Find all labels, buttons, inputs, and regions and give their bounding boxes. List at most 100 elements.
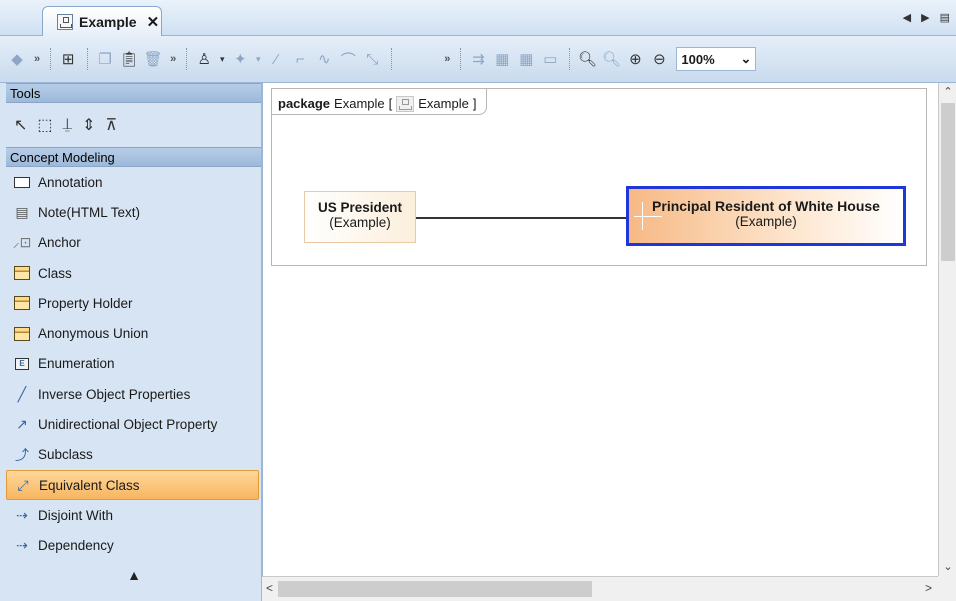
palette-item-disjoint-with[interactable]: ⇢ Disjoint With xyxy=(6,500,261,530)
palette-item-label: Anchor xyxy=(38,235,81,251)
toolbar-separator xyxy=(87,48,89,70)
palette-item-class[interactable]: Class xyxy=(6,258,261,288)
tab-next-icon[interactable]: ▶ xyxy=(921,11,929,24)
scroll-left-icon[interactable]: < xyxy=(266,581,273,595)
reset-path-icon[interactable]: ⤡ xyxy=(361,48,383,70)
diagram-icon xyxy=(396,95,415,112)
palette-item-label: Dependency xyxy=(38,538,114,554)
enumeration-icon: E xyxy=(12,356,32,372)
subclass-icon: ⤴ xyxy=(15,446,29,463)
zoom-in-icon[interactable]: ⊕ xyxy=(624,48,646,70)
bezier-path-icon[interactable]: ∿ xyxy=(313,48,335,70)
palette-item-inverse-object-properties[interactable]: ╱ Inverse Object Properties xyxy=(6,379,261,409)
toolbar-separator xyxy=(50,48,52,70)
align-icon[interactable]: ⇉ xyxy=(467,48,489,70)
oblique-path-icon[interactable]: ⁄ xyxy=(265,48,287,70)
frame-keyword: package xyxy=(278,96,331,111)
inverse-line-icon: ╱ xyxy=(17,385,27,402)
dependency-icon: ⇢ xyxy=(16,537,28,554)
palette-item-enumeration[interactable]: E Enumeration xyxy=(6,349,261,379)
scrollbar-corner xyxy=(938,576,956,601)
palette-item-note-html[interactable]: ▤ Note(HTML Text) xyxy=(6,197,261,227)
package-frame[interactable]: package Example [ Example ] US President… xyxy=(271,88,927,266)
horizontal-scrollbar[interactable]: < > xyxy=(262,576,938,601)
vertical-scrollbar[interactable]: ⌃ ⌄ xyxy=(938,83,956,576)
same-width-icon[interactable]: ▦ xyxy=(515,48,537,70)
size-icon[interactable]: ▦ xyxy=(491,48,513,70)
marquee-select-icon[interactable]: ⬚ xyxy=(37,115,52,135)
diagram-canvas[interactable]: package Example [ Example ] US President… xyxy=(262,83,938,576)
insert-space-icon[interactable]: ⇕ xyxy=(82,115,95,135)
paste-icon[interactable]: 📋︎ xyxy=(118,48,140,70)
pointer-icon[interactable]: ↖ xyxy=(14,115,27,135)
rectilinear-path-icon[interactable]: ⌐ xyxy=(289,48,311,70)
zoom-fit-icon[interactable]: 🔍︎ xyxy=(576,48,598,70)
chevron-down-icon: ⌄ xyxy=(740,51,752,66)
palette-item-label: Anonymous Union xyxy=(38,326,149,342)
tool-palette: Tools ↖ ⬚ ⍊ ⇕ ⊼ Concept Modeling Annotat… xyxy=(6,83,262,601)
zoom-select[interactable]: 100% ⌄ xyxy=(676,47,757,71)
curved-path-icon[interactable]: ⌒ xyxy=(337,48,359,70)
tab-example[interactable]: Example ✕ xyxy=(42,6,162,37)
horizontal-scroll-thumb[interactable] xyxy=(278,581,592,597)
class-node-us-president[interactable]: US President (Example) xyxy=(304,191,416,243)
frame-ref: Example xyxy=(418,96,469,111)
toolbar-more-2[interactable]: » xyxy=(170,53,176,65)
scroll-down-icon[interactable]: ⌄ xyxy=(939,558,956,576)
palette-item-property-holder[interactable]: Property Holder xyxy=(6,288,261,318)
frame-bracket-close: ] xyxy=(472,96,477,111)
palette-group-concept-modeling[interactable]: Concept Modeling xyxy=(6,147,261,167)
arrow-line-icon: ↗ xyxy=(16,416,28,433)
class-node-principal-resident[interactable]: Principal Resident of White House (Examp… xyxy=(626,186,906,246)
copy-icon[interactable]: ❐ xyxy=(94,48,116,70)
palette-item-label: Equivalent Class xyxy=(39,477,140,493)
scroll-up-icon[interactable]: ⌃ xyxy=(939,83,956,101)
class-name: Principal Resident of White House xyxy=(652,198,880,214)
zoom-selection-icon[interactable]: 🔍︎ xyxy=(600,48,622,70)
chevron-down-icon[interactable]: ▾ xyxy=(217,48,227,70)
palette-item-equivalent-class[interactable]: ⤢ Equivalent Class xyxy=(6,469,259,501)
containment-tree-icon[interactable]: ⊞ xyxy=(57,48,79,70)
palette-group-tools[interactable]: Tools xyxy=(6,83,261,103)
tab-prev-icon[interactable]: ◀ xyxy=(903,11,911,24)
palette-item-label: Enumeration xyxy=(38,356,115,372)
tab-label: Example xyxy=(79,14,137,30)
vertical-scroll-thumb[interactable] xyxy=(941,103,955,261)
symbol-properties-icon[interactable]: ⍊ xyxy=(63,116,73,134)
delete-icon[interactable]: 🗑︎ xyxy=(142,48,164,70)
palette-item-label: Subclass xyxy=(38,447,93,463)
class-owner: (Example) xyxy=(329,215,391,230)
palette-item-annotation[interactable]: Annotation xyxy=(6,167,261,197)
app-window: Example ✕ ◀ ▶ ▤ ◆ » ⊞ ❐ 📋︎ 🗑︎ » ♙ ▾ ✦ ▾ … xyxy=(0,0,956,601)
class-icon xyxy=(12,265,32,281)
layout-icon[interactable]: ♙ xyxy=(193,48,215,70)
equivalent-class-icon: ⤢ xyxy=(17,476,29,493)
scroll-right-icon[interactable]: > xyxy=(925,581,932,595)
palette-item-subclass[interactable]: ⤴ Subclass xyxy=(6,440,261,470)
close-icon[interactable]: ✕ xyxy=(147,13,160,31)
back-arrow-icon[interactable]: ◆ xyxy=(6,48,28,70)
same-height-icon[interactable]: ▭ xyxy=(539,48,561,70)
path-style-icon[interactable]: ✦ xyxy=(229,48,251,70)
palette-collapse-icon[interactable]: ▲ xyxy=(6,567,262,583)
association-edge[interactable] xyxy=(416,217,632,219)
toolbar-more-3[interactable]: » xyxy=(444,53,450,65)
palette-item-label: Annotation xyxy=(38,174,103,190)
tab-navigation: ◀ ▶ ▤ xyxy=(903,11,950,24)
palette-item-anonymous-union[interactable]: Anonymous Union xyxy=(6,318,261,348)
palette-item-label: Disjoint With xyxy=(38,507,114,523)
chevron-down-icon[interactable]: ▾ xyxy=(253,48,263,70)
palette-item-dependency[interactable]: ⇢ Dependency xyxy=(6,531,261,561)
annotation-icon xyxy=(12,174,32,190)
toolbar-spacer xyxy=(398,48,438,70)
palette-item-anchor[interactable]: ⸝⊡ Anchor xyxy=(6,228,261,258)
class-name: US President xyxy=(317,200,403,215)
palette-item-label: Class xyxy=(38,265,72,281)
palette-item-unidirectional-object-property[interactable]: ↗ Unidirectional Object Property xyxy=(6,409,261,439)
toolbar-more-1[interactable]: » xyxy=(34,53,40,65)
align-tool-icon[interactable]: ⊼ xyxy=(106,115,118,135)
toolbar-separator xyxy=(460,48,462,70)
tab-list-icon[interactable]: ▤ xyxy=(940,11,950,24)
zoom-out-icon[interactable]: ⊖ xyxy=(648,48,670,70)
frame-name: Example xyxy=(334,96,385,111)
